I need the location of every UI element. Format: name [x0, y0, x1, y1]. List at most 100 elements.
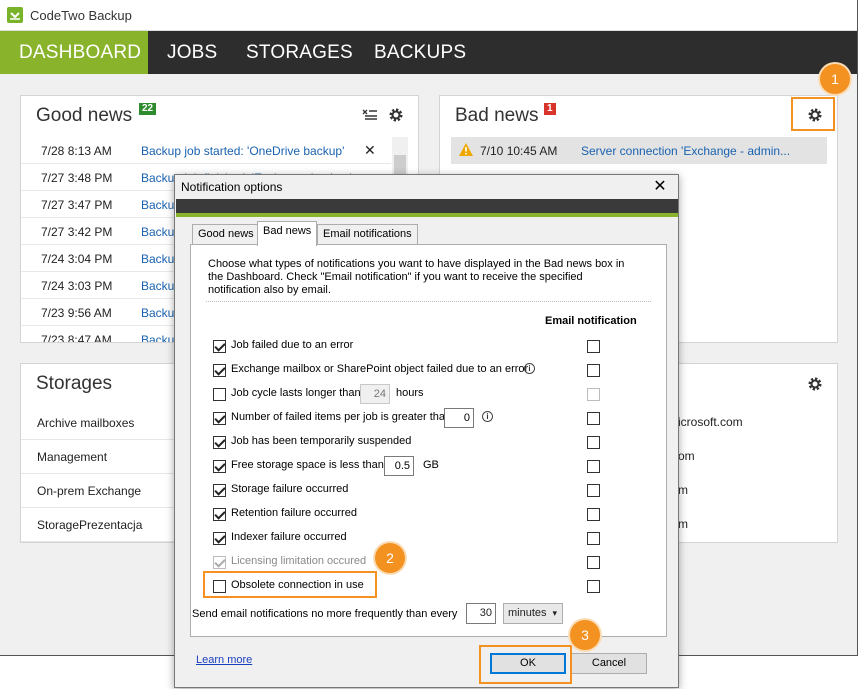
frequency-unit-value: minutes	[508, 607, 547, 619]
news-date: 7/27 3:48 PM	[41, 171, 113, 185]
news-date: 7/23 8:47 AM	[41, 333, 112, 342]
email-checkbox[interactable]	[587, 580, 600, 593]
news-link[interactable]: Server connection 'Exchange - admin...	[581, 144, 790, 158]
option-checkbox[interactable]	[213, 364, 226, 377]
option-row: Job failed due to an error	[191, 335, 666, 359]
email-checkbox[interactable]	[587, 532, 600, 545]
option-label: Free storage space is less than	[231, 459, 384, 471]
email-checkbox[interactable]	[587, 340, 600, 353]
tab-good-news[interactable]: Good news	[192, 224, 260, 245]
frequency-unit-select[interactable]: minutes ▾	[503, 603, 563, 624]
free-space-input[interactable]: 0.5	[384, 456, 414, 476]
frequency-label: Send email notifications no more frequen…	[192, 608, 458, 620]
email-checkbox[interactable]	[587, 508, 600, 521]
option-checkbox[interactable]	[213, 460, 226, 473]
option-row: Job cycle lasts longer than 24 hours	[191, 383, 666, 407]
failed-items-input[interactable]: 0	[444, 408, 474, 428]
tab-dashboard[interactable]: DASHBOARD	[0, 31, 148, 74]
option-label: Number of failed items per job is greate…	[231, 411, 452, 423]
unit-label: GB	[423, 459, 439, 471]
list-item-text: m	[678, 517, 688, 531]
option-checkbox[interactable]	[213, 532, 226, 545]
option-row: Job has been temporarily suspended	[191, 431, 666, 455]
list-item-text: icrosoft.com	[678, 415, 743, 429]
main-nav: DASHBOARD JOBS STORAGES BACKUPS	[0, 31, 857, 74]
storages-title: Storages	[36, 373, 113, 394]
option-checkbox[interactable]	[213, 388, 226, 401]
clear-list-icon[interactable]	[362, 108, 378, 122]
dialog-accent-bar	[176, 213, 678, 217]
learn-more-link[interactable]: Learn more	[196, 654, 252, 666]
option-row: Storage failure occurred	[191, 479, 666, 503]
email-checkbox[interactable]	[587, 460, 600, 473]
storage-name: StoragePrezentacja	[37, 518, 143, 532]
option-label: Indexer failure occurred	[231, 531, 347, 543]
highlight-gear	[791, 97, 835, 131]
news-link[interactable]: Backup job started: 'OneDrive backup'	[141, 144, 344, 158]
info-icon[interactable]: i	[524, 363, 535, 374]
email-checkbox[interactable]	[587, 364, 600, 377]
callout-1: 1	[820, 64, 850, 94]
option-label: Job cycle lasts longer than	[231, 387, 361, 399]
list-item[interactable]: 7/10 10:45 AM Server connection 'Exchang…	[451, 137, 827, 164]
option-checkbox	[213, 556, 226, 569]
bad-news-count-badge: 1	[544, 103, 556, 115]
news-date: 7/27 3:42 PM	[41, 225, 113, 239]
option-checkbox[interactable]	[213, 340, 226, 353]
email-checkbox[interactable]	[587, 388, 600, 401]
chevron-down-icon: ▾	[552, 608, 557, 618]
option-row: Retention failure occurred	[191, 503, 666, 527]
tab-bad-news[interactable]: Bad news	[257, 221, 318, 246]
option-row: Exchange mailbox or SharePoint object fa…	[191, 359, 666, 383]
close-icon[interactable]: ✕	[650, 176, 670, 198]
option-row: Indexer failure occurred	[191, 527, 666, 551]
storage-name: Management	[37, 450, 108, 464]
callout-2: 2	[375, 543, 405, 573]
tab-backups[interactable]: BACKUPS	[355, 31, 485, 74]
email-notification-header: Email notification	[545, 315, 637, 327]
tab-jobs[interactable]: JOBS	[148, 31, 236, 74]
description-text: Choose what types of notifications you w…	[208, 258, 625, 296]
cancel-button[interactable]: Cancel	[571, 653, 647, 674]
good-news-settings-gear-icon[interactable]	[388, 107, 404, 123]
option-label: Licensing limitation occured	[231, 555, 367, 567]
option-row: Free storage space is less than 0.5 GB	[191, 455, 666, 479]
backups-settings-gear-icon[interactable]	[807, 376, 823, 392]
news-date: 7/24 3:03 PM	[41, 279, 113, 293]
option-checkbox[interactable]	[213, 484, 226, 497]
good-news-title: Good news	[36, 105, 133, 126]
option-row: Number of failed items per job is greate…	[191, 407, 666, 431]
option-checkbox[interactable]	[213, 412, 226, 425]
bad-news-title: Bad news	[455, 105, 539, 126]
info-icon[interactable]: i	[482, 411, 493, 422]
option-checkbox[interactable]	[213, 508, 226, 521]
email-checkbox[interactable]	[587, 484, 600, 497]
storage-name: Archive mailboxes	[37, 416, 135, 430]
email-checkbox[interactable]	[587, 436, 600, 449]
tab-storages[interactable]: STORAGES	[227, 31, 372, 74]
list-item-text: m	[678, 483, 688, 497]
news-date: 7/28 8:13 AM	[41, 144, 112, 158]
option-label: Job failed due to an error	[231, 339, 354, 351]
news-date: 7/27 3:47 PM	[41, 198, 113, 212]
warning-icon	[459, 143, 473, 161]
email-checkbox[interactable]	[587, 412, 600, 425]
news-date: 7/23 9:56 AM	[41, 306, 112, 320]
option-checkbox[interactable]	[213, 436, 226, 449]
good-news-count-badge: 22	[139, 103, 157, 115]
job-cycle-hours-input[interactable]: 24	[360, 384, 390, 404]
frequency-input[interactable]: 30	[466, 603, 496, 624]
title-bar: CodeTwo Backup	[0, 0, 857, 31]
highlight-ok-button	[479, 645, 572, 684]
option-label: Storage failure occurred	[231, 483, 349, 495]
list-item[interactable]: 7/28 8:13 AM Backup job started: 'OneDriv…	[21, 137, 391, 164]
separator	[206, 301, 651, 302]
tab-email-notifications[interactable]: Email notifications	[317, 224, 418, 245]
dismiss-icon[interactable]: ✕	[364, 142, 376, 159]
email-checkbox[interactable]	[587, 556, 600, 569]
news-date: 7/10 10:45 AM	[480, 144, 558, 158]
dialog-header-band	[176, 199, 678, 213]
notification-options-dialog: Notification options ✕ Good news Bad new…	[174, 174, 679, 688]
option-label: Exchange mailbox or SharePoint object fa…	[231, 363, 529, 375]
option-label: Retention failure occurred	[231, 507, 357, 519]
